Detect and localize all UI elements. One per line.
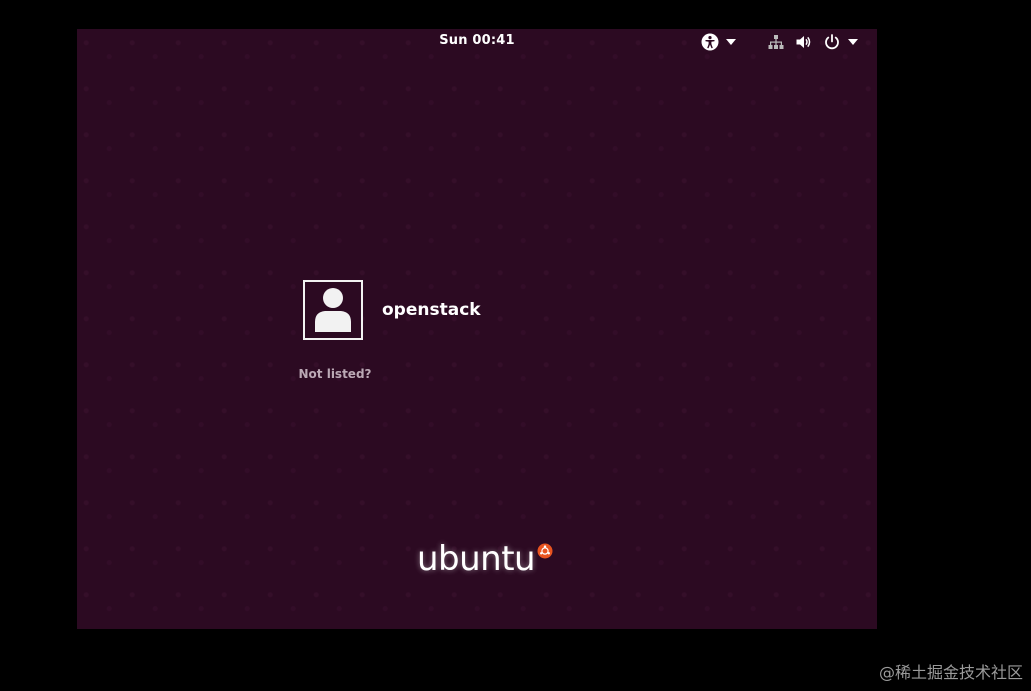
top-bar: Sun 00:41 [77, 29, 877, 55]
volume-icon [795, 33, 813, 51]
username-label: openstack [382, 300, 481, 320]
not-listed-link[interactable]: Not listed? [285, 367, 385, 381]
accessibility-icon [701, 33, 719, 51]
logo-text: ubuntu [417, 539, 536, 579]
accessibility-menu[interactable] [701, 33, 736, 51]
login-screen: Sun 00:41 openstack Not listed? ubuntu [77, 29, 877, 629]
network-wired-icon [767, 33, 785, 51]
system-menu[interactable] [767, 33, 858, 51]
user-list-item-openstack[interactable]: openstack [303, 280, 481, 340]
clock[interactable]: Sun 00:41 [77, 33, 877, 48]
avatar [303, 280, 363, 340]
user-avatar-icon [313, 284, 353, 336]
ubuntu-logo: ubuntu [417, 539, 553, 579]
power-icon [823, 33, 841, 51]
chevron-down-icon [848, 39, 858, 45]
watermark-text: @稀土掘金技术社区 [878, 663, 1023, 682]
circle-of-friends-icon [537, 543, 553, 563]
chevron-down-icon [726, 39, 736, 45]
